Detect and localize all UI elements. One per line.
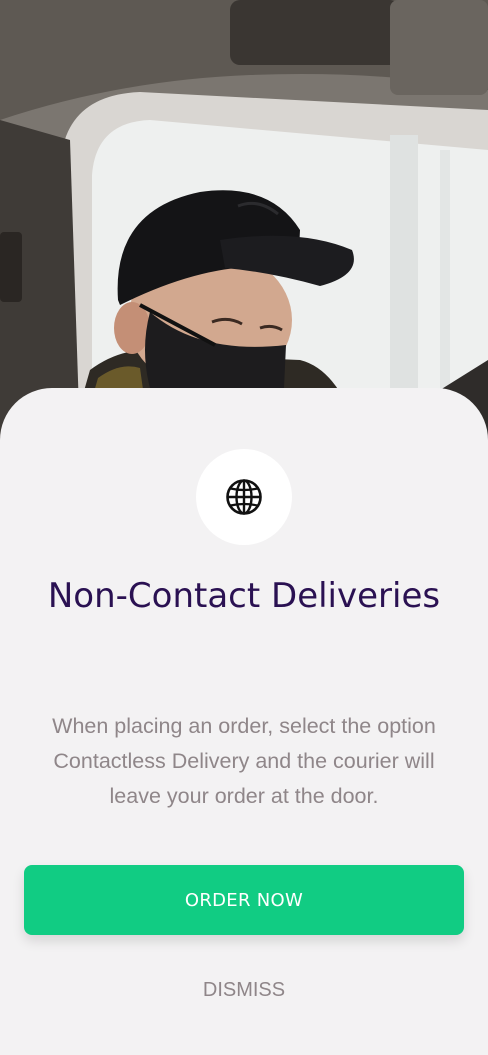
card-title: Non-Contact Deliveries	[47, 576, 441, 616]
globe-icon-container	[196, 449, 292, 545]
card-description: When placing an order, select the option…	[52, 714, 436, 808]
dismiss-button[interactable]: DISMISS	[144, 972, 344, 1008]
hero-photo	[0, 0, 488, 440]
globe-icon	[226, 479, 262, 515]
courier-photo-illustration	[0, 0, 488, 440]
order-now-button[interactable]: ORDER NOW	[24, 865, 464, 935]
